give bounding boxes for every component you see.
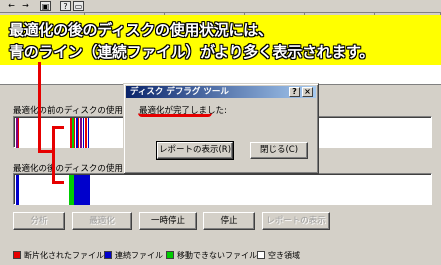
unmovable-swatch — [166, 251, 174, 259]
stripe — [80, 118, 82, 148]
dialog-close-button[interactable]: 閉じる(C) — [250, 142, 308, 159]
stripe — [18, 118, 19, 148]
contiguous-swatch — [104, 251, 112, 259]
legend-label: 連続ファイル — [115, 251, 163, 260]
defragment-button[interactable]: 最適化 — [72, 212, 132, 230]
legend-unmovable: 移動できないファイル — [166, 250, 257, 261]
before-analysis-label: 最適化の前のディスクの使用状況 — [13, 106, 140, 116]
stop-button[interactable]: 停止 — [203, 212, 255, 230]
close-icon[interactable]: × — [302, 87, 313, 97]
legend-contiguous: 連続ファイル — [104, 250, 163, 261]
defrag-complete-dialog: ディスク デフラグ ツール ? × 最適化が完了しました: レポートの表示(R)… — [123, 83, 319, 174]
pointer-line — [52, 126, 64, 129]
stripe — [88, 118, 89, 148]
stripe — [74, 175, 90, 205]
back-arrow-icon[interactable]: ← — [6, 1, 17, 11]
stripe — [78, 118, 79, 148]
legend-free-space: 空き領域 — [257, 250, 300, 261]
help-icon[interactable]: ? — [60, 1, 71, 11]
view-report-button[interactable]: レポートの表示 — [262, 212, 330, 230]
dialog-view-report-button[interactable]: レポートの表示(R) — [156, 141, 234, 160]
pointer-line — [52, 126, 55, 183]
message-underline — [138, 113, 212, 117]
legend-label: 断片化されたファイル — [24, 251, 104, 260]
legend-label: 移動できないファイル — [177, 251, 257, 260]
pointer-line — [38, 62, 41, 152]
window-icon[interactable]: ▭ — [73, 1, 84, 11]
properties-icon[interactable]: ▣ — [40, 1, 51, 11]
annotation-line-1: 最適化の後のディスクの使用状況には、 — [9, 21, 273, 39]
fragmented-swatch — [13, 251, 21, 259]
dialog-title: ディスク デフラグ ツール — [130, 87, 229, 97]
stripe — [16, 175, 19, 205]
legend-fragmented: 断片化されたファイル — [13, 250, 104, 261]
after-disk-map — [13, 173, 432, 205]
stripe — [74, 118, 75, 148]
forward-arrow-icon[interactable]: → — [20, 1, 31, 11]
stripe — [85, 118, 87, 148]
dialog-title-bar[interactable]: ディスク デフラグ ツール ? × — [126, 86, 316, 98]
annotation-banner: 最適化の後のディスクの使用状況には、 青のライン（連続ファイル）がより多く表示さ… — [0, 15, 441, 65]
stripe — [83, 118, 84, 148]
toolbar: ← → ▣ ? ▭ — [0, 0, 441, 13]
help-icon[interactable]: ? — [289, 87, 300, 97]
annotation-line-2: 青のライン（連続ファイル）がより多く表示されます。 — [9, 43, 374, 61]
legend-label: 空き領域 — [268, 251, 300, 260]
pointer-line — [52, 181, 64, 184]
free-space-swatch — [257, 251, 265, 259]
pause-button[interactable]: 一時停止 — [139, 212, 197, 230]
analyze-button[interactable]: 分析 — [13, 212, 65, 230]
